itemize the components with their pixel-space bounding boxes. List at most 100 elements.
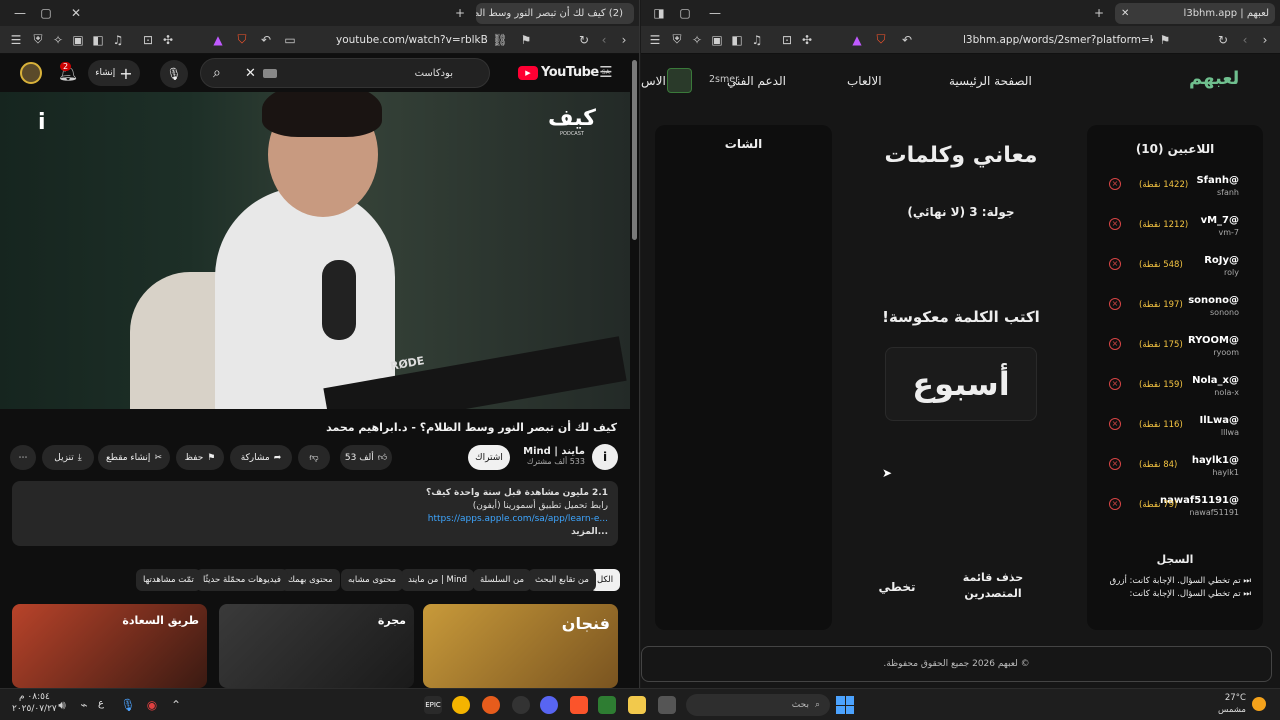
site-logo[interactable]: لعبهم — [1189, 68, 1239, 89]
remove-player-icon[interactable]: × — [1109, 378, 1121, 390]
maximize-icon[interactable]: ▢ — [36, 3, 56, 23]
channel-avatar[interactable]: i — [592, 444, 618, 470]
obs-icon[interactable] — [482, 696, 500, 714]
url-field[interactable]: l3bhm.app/words/2smer?platform=kick — [963, 34, 1153, 46]
nav-item-support[interactable]: الدعم الفني — [727, 74, 786, 88]
clock[interactable]: ٠٨:٥٤ م ٢٠٢٥/٠٧/٢٧ — [12, 691, 57, 715]
remove-player-icon[interactable]: × — [1109, 218, 1121, 230]
dislike-button[interactable]: 👎︎ — [298, 445, 330, 470]
search-icon[interactable]: ⌕ — [213, 65, 221, 81]
remove-player-icon[interactable]: × — [1109, 298, 1121, 310]
chip-similar[interactable]: محتوى مشابه — [341, 569, 403, 591]
vpn-icon[interactable]: ▲ — [847, 30, 867, 50]
more-actions-button[interactable]: ⋯ — [10, 445, 36, 470]
bookmark-icon[interactable]: ⚑ — [516, 30, 536, 50]
reload-icon[interactable]: ↻ — [574, 30, 594, 50]
desc-more[interactable]: ...المزيد — [22, 526, 608, 539]
url-field[interactable]: youtube.com/watch?v=rblkBtyLNhw — [336, 34, 488, 46]
user-avatar[interactable] — [667, 68, 692, 93]
record-icon[interactable]: ◉ — [142, 695, 162, 715]
sidebar-icon[interactable]: ◧ — [727, 30, 747, 50]
puzzle-icon[interactable]: ✣ — [158, 30, 178, 50]
thumbnail-card[interactable]: مجرة — [219, 604, 414, 688]
voice-search-icon[interactable]: 🎙︎ — [160, 60, 188, 88]
music-icon[interactable]: ♫ — [108, 30, 128, 50]
close-tab-icon[interactable]: ✕ — [1121, 8, 1129, 19]
weather-widget[interactable]: 27°C مشمس — [1218, 692, 1246, 716]
chip-interest[interactable]: محتوى بهمك — [281, 569, 340, 591]
avatar[interactable] — [20, 62, 42, 84]
network-icon[interactable]: ⌁ — [74, 695, 94, 715]
tab-l3bhm[interactable]: ✕ l3bhm.app | لعبهم — [1115, 3, 1275, 24]
minimize-icon[interactable]: — — [10, 3, 30, 23]
mic-icon[interactable]: 🎙︎ — [118, 695, 138, 715]
remove-player-icon[interactable]: × — [1109, 258, 1121, 270]
reload-icon[interactable]: ↻ — [1213, 30, 1233, 50]
search-input[interactable]: بودكاست — [415, 68, 453, 79]
screenshot-icon[interactable]: ⊡ — [138, 30, 158, 50]
forward-icon[interactable]: › — [1255, 30, 1275, 50]
puzzle-icon[interactable]: ✣ — [797, 30, 817, 50]
brave-shield-icon[interactable]: ⛉ — [871, 30, 891, 50]
chip-search[interactable]: من تقابع البحث — [528, 569, 596, 591]
volume-icon[interactable]: 🔊︎ — [52, 695, 72, 715]
extension-icon[interactable]: ✧ — [48, 30, 68, 50]
save-button[interactable]: حفظ ⚑ — [176, 445, 224, 470]
clear-search-icon[interactable]: ✕ — [245, 66, 256, 81]
new-tab-icon[interactable]: + — [450, 3, 470, 23]
wallet-icon[interactable]: ▣ — [68, 30, 88, 50]
brave-icon[interactable] — [570, 696, 588, 714]
maximize-icon[interactable]: ▢ — [675, 3, 695, 23]
clip-button[interactable]: إنشاء مقطع ✂ — [98, 445, 170, 470]
hamburger-menu-icon[interactable]: ☰ — [596, 62, 616, 82]
download-button[interactable]: تنزيل ⤓ — [42, 445, 94, 470]
thumbnail-card[interactable]: فنجان — [423, 604, 618, 688]
shield-icon[interactable]: ⛨ — [28, 30, 48, 50]
minimize-icon[interactable]: — — [705, 3, 725, 23]
back-icon[interactable]: ‹ — [1235, 30, 1255, 50]
video-player[interactable]: RØDE i كيف PODCAST — [0, 92, 630, 409]
thumbnail-card[interactable]: طريق السعادة — [12, 604, 207, 688]
desc-link[interactable]: https://apps.apple.com/sa/app/learn-e... — [22, 513, 608, 526]
keyboard-icon[interactable] — [263, 68, 277, 78]
chip-recent[interactable]: فيديوهات محمّلة حديثًا — [196, 569, 288, 591]
clear-leaderboard-button[interactable]: حذف قائمة المتصدرين — [953, 570, 1033, 602]
tab-youtube[interactable]: (2) كيف لك أن تبصر النور وسط الظ — [476, 3, 634, 24]
undo-icon[interactable]: ↶ — [256, 30, 276, 50]
new-tab-icon[interactable]: + — [1089, 3, 1109, 23]
sidebar-toggle-icon[interactable]: ◨ — [649, 3, 669, 23]
epic-games-icon[interactable]: EPIC — [424, 696, 442, 714]
brave-shield-icon[interactable]: ⛉ — [232, 30, 252, 50]
close-icon[interactable]: ✕ — [66, 3, 86, 23]
subscribe-button[interactable]: اشتراك — [468, 445, 510, 470]
remove-player-icon[interactable]: × — [1109, 458, 1121, 470]
task-view-icon[interactable] — [658, 696, 676, 714]
skip-button[interactable]: تخطي — [877, 580, 917, 594]
discord-icon[interactable] — [540, 696, 558, 714]
cast-icon[interactable]: ▭ — [280, 30, 300, 50]
steam-icon[interactable] — [512, 696, 530, 714]
bookmark-icon[interactable]: ⚑ — [1155, 30, 1175, 50]
notepad-icon[interactable] — [598, 696, 616, 714]
taskbar-search[interactable]: بحث ⌕ — [686, 694, 830, 716]
remove-player-icon[interactable]: × — [1109, 418, 1121, 430]
shield-icon[interactable]: ⛨ — [667, 30, 687, 50]
extension-icon[interactable]: ✧ — [687, 30, 707, 50]
like-button[interactable]: 53 ألف 👍︎ — [340, 445, 392, 470]
language-indicator[interactable]: ع — [98, 698, 104, 709]
nav-item-profile[interactable]: الاس — [641, 74, 666, 88]
tray-expand-icon[interactable]: ⌃ — [166, 695, 186, 715]
file-explorer-icon[interactable] — [628, 696, 646, 714]
remove-player-icon[interactable]: × — [1109, 498, 1121, 510]
screenshot-icon[interactable]: ⊡ — [777, 30, 797, 50]
sidebar-icon[interactable]: ◧ — [88, 30, 108, 50]
search-box[interactable]: ⌕ ✕ بودكاست — [200, 58, 490, 88]
channel-info[interactable]: مايند | Mind 533 ألف مشترك — [523, 446, 585, 466]
chip-channel[interactable]: من مايند | Mind — [401, 569, 475, 591]
forward-icon[interactable]: › — [614, 30, 634, 50]
chip-series[interactable]: من السلسلة — [473, 569, 532, 591]
menu-icon[interactable]: ☰ — [645, 30, 665, 50]
music-icon[interactable]: ♫ — [747, 30, 767, 50]
create-button[interactable]: إنشاء + — [88, 60, 140, 86]
wallet-icon[interactable]: ▣ — [707, 30, 727, 50]
